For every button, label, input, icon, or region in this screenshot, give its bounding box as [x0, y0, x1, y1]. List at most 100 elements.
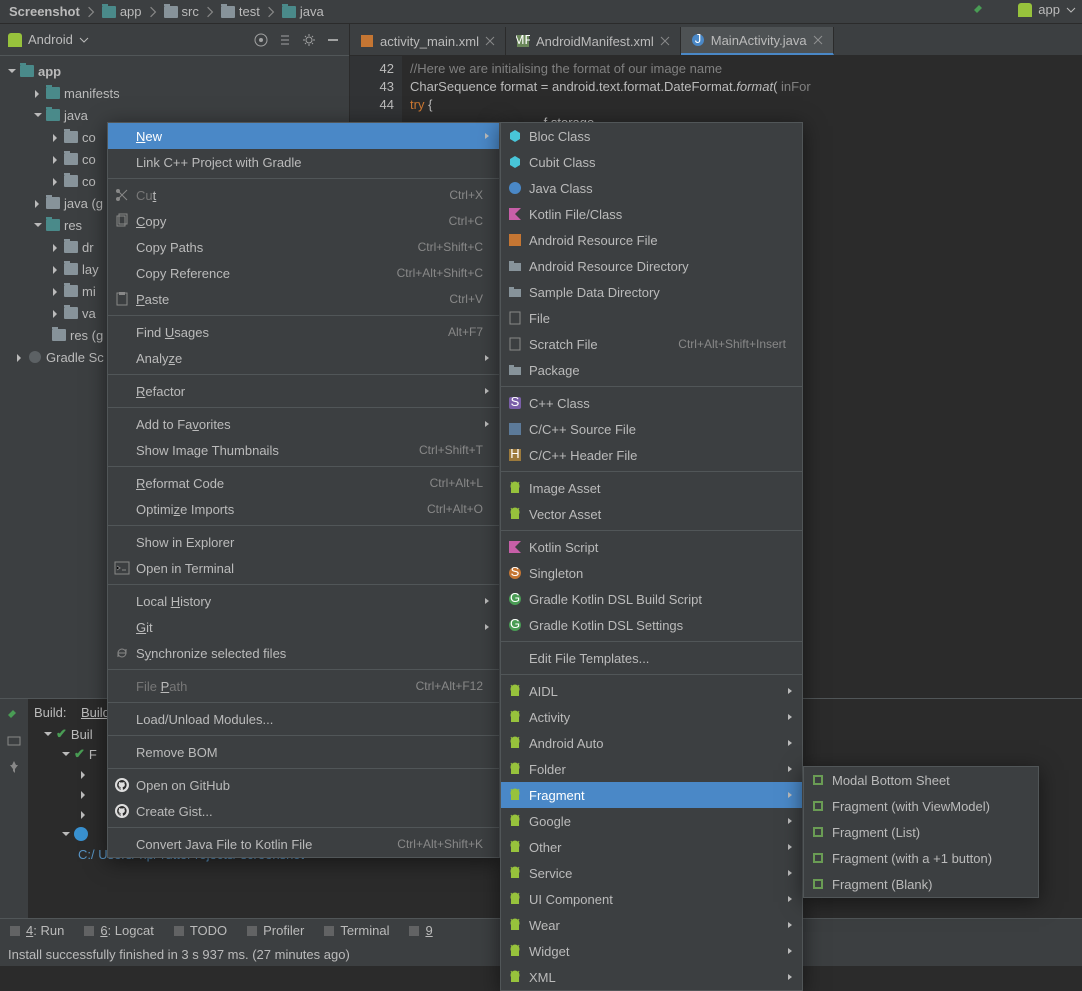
- menu-item[interactable]: File PathCtrl+Alt+F12: [108, 673, 499, 699]
- tree-arrow-icon[interactable]: [78, 789, 88, 799]
- editor-tab[interactable]: MFAndroidManifest.xml: [506, 27, 681, 55]
- menu-item[interactable]: Java Class: [501, 175, 802, 201]
- breadcrumb-root[interactable]: Screenshot: [6, 4, 83, 19]
- close-icon[interactable]: [485, 36, 495, 46]
- menu-item[interactable]: UI Component: [501, 886, 802, 912]
- menu-item[interactable]: Remove BOM: [108, 739, 499, 765]
- menu-item[interactable]: Refactor: [108, 378, 499, 404]
- tree-arrow-icon[interactable]: [32, 88, 42, 98]
- toolstrip-item[interactable]: 9: [407, 923, 432, 938]
- menu-item[interactable]: Load/Unload Modules...: [108, 706, 499, 732]
- toolstrip-item[interactable]: 6: Logcat: [82, 923, 154, 938]
- menu-item[interactable]: Fragment (List): [804, 819, 1038, 845]
- tree-arrow-icon[interactable]: [60, 829, 70, 839]
- toolstrip-item[interactable]: 4: Run: [8, 923, 64, 938]
- menu-item[interactable]: Fragment (Blank): [804, 871, 1038, 897]
- menu-item[interactable]: Modal Bottom Sheet: [804, 767, 1038, 793]
- menu-item[interactable]: File: [501, 305, 802, 331]
- collapse-icon[interactable]: [277, 32, 293, 48]
- menu-item[interactable]: Folder: [501, 756, 802, 782]
- menu-item[interactable]: Scratch FileCtrl+Alt+Shift+Insert: [501, 331, 802, 357]
- breadcrumb-item[interactable]: test: [218, 4, 263, 19]
- tree-row[interactable]: manifests: [0, 82, 349, 104]
- menu-item[interactable]: Sample Data Directory: [501, 279, 802, 305]
- menu-item[interactable]: Open on GitHub: [108, 772, 499, 798]
- hammer-icon[interactable]: [6, 707, 22, 723]
- menu-item[interactable]: Local History: [108, 588, 499, 614]
- tree-arrow-icon[interactable]: [50, 154, 60, 164]
- menu-item[interactable]: XML: [501, 964, 802, 990]
- menu-item[interactable]: CutCtrl+X: [108, 182, 499, 208]
- menu-item[interactable]: SSingleton: [501, 560, 802, 586]
- menu-item[interactable]: Analyze: [108, 345, 499, 371]
- menu-item[interactable]: Edit File Templates...: [501, 645, 802, 671]
- menu-item[interactable]: Cubit Class: [501, 149, 802, 175]
- menu-item[interactable]: C/C++ Source File: [501, 416, 802, 442]
- tree-arrow-icon[interactable]: [50, 132, 60, 142]
- menu-item[interactable]: SC++ Class: [501, 390, 802, 416]
- menu-item[interactable]: HC/C++ Header File: [501, 442, 802, 468]
- menu-item[interactable]: Copy PathsCtrl+Shift+C: [108, 234, 499, 260]
- menu-item[interactable]: Bloc Class: [501, 123, 802, 149]
- run-config-selector[interactable]: app: [972, 2, 1076, 17]
- menu-item[interactable]: CopyCtrl+C: [108, 208, 499, 234]
- tree-arrow-icon[interactable]: [32, 110, 42, 120]
- menu-item[interactable]: Fragment (with a +1 button): [804, 845, 1038, 871]
- menu-item[interactable]: GGradle Kotlin DSL Settings: [501, 612, 802, 638]
- menu-item[interactable]: AIDL: [501, 678, 802, 704]
- menu-item[interactable]: Other: [501, 834, 802, 860]
- menu-item[interactable]: Synchronize selected files: [108, 640, 499, 666]
- breadcrumb-item[interactable]: app: [99, 4, 145, 19]
- menu-item[interactable]: Fragment (with ViewModel): [804, 793, 1038, 819]
- tree-arrow-icon[interactable]: [14, 352, 24, 362]
- menu-item[interactable]: Find UsagesAlt+F7: [108, 319, 499, 345]
- menu-item[interactable]: Kotlin File/Class: [501, 201, 802, 227]
- menu-item[interactable]: Vector Asset: [501, 501, 802, 527]
- target-icon[interactable]: [253, 32, 269, 48]
- menu-item[interactable]: Activity: [501, 704, 802, 730]
- toolstrip-item[interactable]: Profiler: [245, 923, 304, 938]
- menu-item[interactable]: Android Resource File: [501, 227, 802, 253]
- tree-arrow-icon[interactable]: [50, 286, 60, 296]
- menu-item[interactable]: Android Auto: [501, 730, 802, 756]
- menu-item[interactable]: Show in Explorer: [108, 529, 499, 555]
- tree-arrow-icon[interactable]: [50, 176, 60, 186]
- menu-item[interactable]: Show Image ThumbnailsCtrl+Shift+T: [108, 437, 499, 463]
- tree-arrow-icon[interactable]: [6, 66, 16, 76]
- menu-item[interactable]: Service: [501, 860, 802, 886]
- menu-item[interactable]: PasteCtrl+V: [108, 286, 499, 312]
- editor-tab[interactable]: activity_main.xml: [350, 27, 506, 55]
- menu-item[interactable]: Open in Terminal: [108, 555, 499, 581]
- tree-arrow-icon[interactable]: [50, 308, 60, 318]
- menu-item[interactable]: New: [108, 123, 499, 149]
- close-icon[interactable]: [813, 35, 823, 45]
- breadcrumb-item[interactable]: java: [279, 4, 327, 19]
- tree-arrow-icon[interactable]: [32, 198, 42, 208]
- menu-item[interactable]: Package: [501, 357, 802, 383]
- menu-item[interactable]: Optimize ImportsCtrl+Alt+O: [108, 496, 499, 522]
- menu-item[interactable]: Link C++ Project with Gradle: [108, 149, 499, 175]
- menu-item[interactable]: Reformat CodeCtrl+Alt+L: [108, 470, 499, 496]
- minimize-icon[interactable]: [325, 32, 341, 48]
- tree-arrow-icon[interactable]: [78, 809, 88, 819]
- menu-item[interactable]: Copy ReferenceCtrl+Alt+Shift+C: [108, 260, 499, 286]
- tree-arrow-icon[interactable]: [32, 220, 42, 230]
- tree-arrow-icon[interactable]: [78, 769, 88, 779]
- menu-item[interactable]: GGradle Kotlin DSL Build Script: [501, 586, 802, 612]
- gear-icon[interactable]: [301, 32, 317, 48]
- toolstrip-item[interactable]: TODO: [172, 923, 227, 938]
- menu-item[interactable]: Google: [501, 808, 802, 834]
- menu-item[interactable]: Android Resource Directory: [501, 253, 802, 279]
- tree-arrow-icon[interactable]: [60, 749, 70, 759]
- menu-item[interactable]: Convert Java File to Kotlin FileCtrl+Alt…: [108, 831, 499, 857]
- menu-item[interactable]: Widget: [501, 938, 802, 964]
- menu-item[interactable]: Kotlin Script: [501, 534, 802, 560]
- pin-icon[interactable]: [6, 759, 22, 775]
- tree-arrow-icon[interactable]: [42, 729, 52, 739]
- menu-item[interactable]: Git: [108, 614, 499, 640]
- tree-arrow-icon[interactable]: [50, 264, 60, 274]
- breadcrumb-item[interactable]: src: [161, 4, 202, 19]
- menu-item[interactable]: Add to Favorites: [108, 411, 499, 437]
- toggle-icon[interactable]: [6, 733, 22, 749]
- menu-item[interactable]: Create Gist...: [108, 798, 499, 824]
